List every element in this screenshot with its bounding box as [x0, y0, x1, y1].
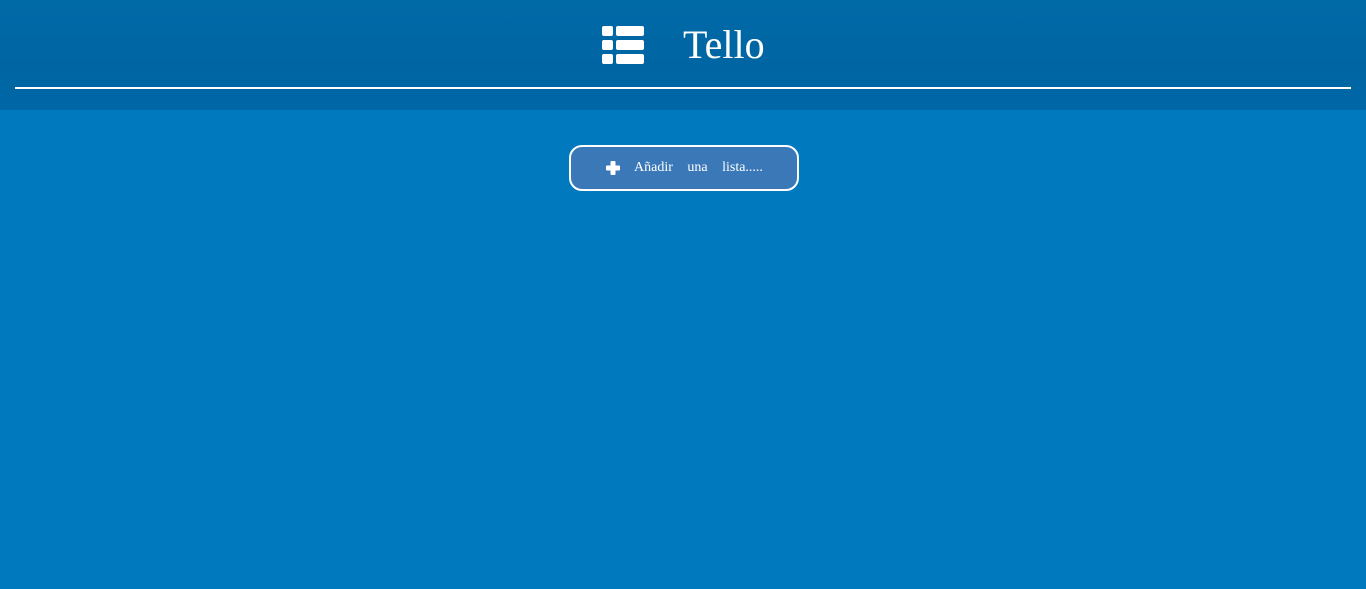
app-title: Tello [683, 22, 765, 67]
add-list-button[interactable]: Añadir una lista..... [569, 145, 799, 191]
app-header: Tello [0, 0, 1366, 110]
brand: Tello [602, 20, 765, 70]
add-list-label: Añadir una lista..... [634, 160, 763, 175]
plus-icon [606, 161, 620, 175]
header-divider [15, 87, 1351, 89]
list-icon [602, 26, 644, 64]
